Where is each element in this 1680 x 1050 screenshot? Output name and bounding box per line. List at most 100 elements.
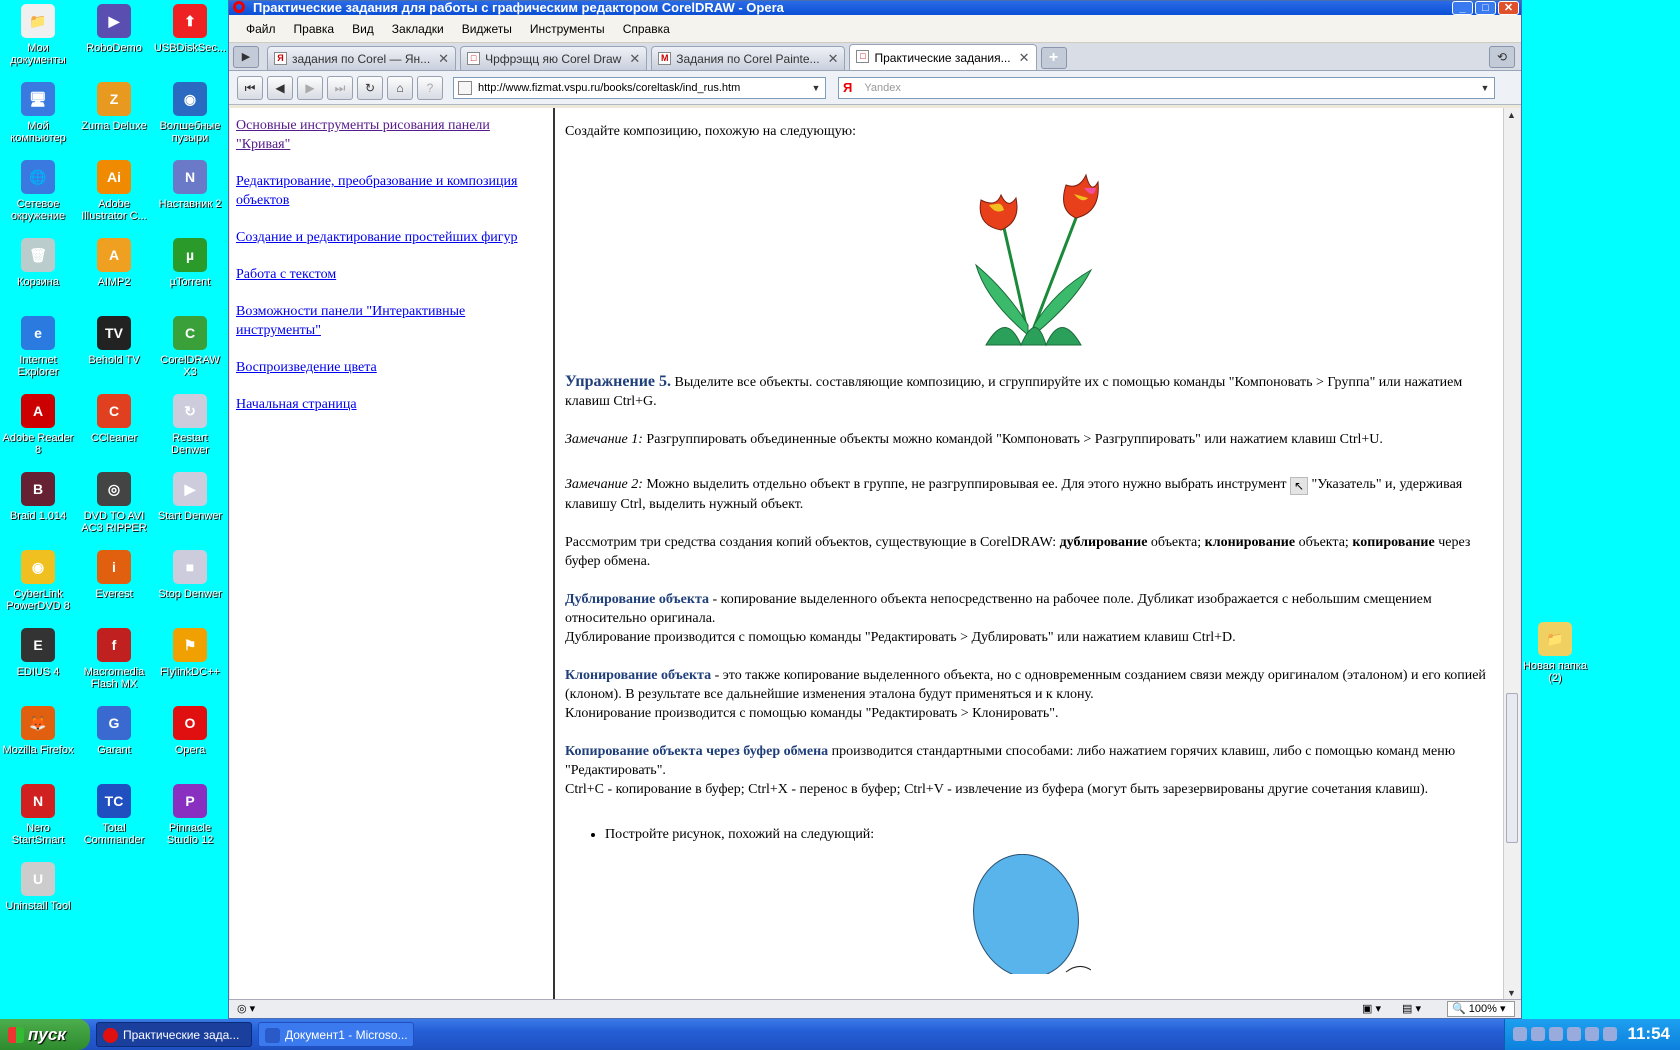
tray-icon[interactable] [1531,1027,1545,1041]
desktop-icon-zuma-deluxe[interactable]: Z Zuma Deluxe [77,82,151,132]
panel-toggle-button[interactable]: ▶ [233,46,259,68]
desktop-icon-start-denwer[interactable]: ▶ Start Denwer [153,472,227,522]
desktop-icon-label: Наставник 2 [158,198,222,210]
app-icon: 🦊 [21,706,55,740]
reload-button[interactable]: ↻ [357,75,383,100]
duplicate-section: Дублирование объекта - копирование выдел… [565,590,1497,647]
tab-corel-draw[interactable]: □ Чрфрэщц яю Corel Draw ✕ [460,46,648,70]
desktop-icon-cyberlink-powerdvd-8[interactable]: ◉ CyberLink PowerDVD 8 [1,550,75,612]
new-tab-button[interactable]: + [1040,47,1067,69]
tray-icon[interactable] [1603,1027,1617,1041]
menu-file[interactable]: Файл [237,22,285,36]
nav-link-home[interactable]: Начальная страница [236,395,547,414]
app-icon: E [21,628,55,662]
tab-practical-tasks[interactable]: □ Практические задания... ✕ [849,44,1037,70]
close-button[interactable]: ✕ [1498,1,1519,15]
desktop-icon-aimp2[interactable]: A AIMP2 [77,238,151,288]
tab-close-icon[interactable]: ✕ [438,51,449,67]
desktop-icon-наставник-2[interactable]: N Наставник 2 [153,160,227,210]
desktop-icon-opera[interactable]: O Opera [153,706,227,756]
desktop-icon-everest[interactable]: i Everest [77,550,151,600]
desktop-icon-волшебные-пузыри[interactable]: ◉ Волшебные пузыри [153,82,227,144]
tab-close-icon[interactable]: ✕ [828,51,839,67]
window-titlebar[interactable]: Практические задания для работы с графич… [229,1,1521,15]
address-bar[interactable]: http://www.fizmat.vspu.ru/books/coreltas… [453,76,826,99]
menu-bookmarks[interactable]: Закладки [383,22,453,36]
nav-link-shapes[interactable]: Создание и редактирование простейших фиг… [236,228,547,247]
desktop-icon-nero-startsmart[interactable]: N Nero StartSmart [1,784,75,846]
desktop-icon-macromedia-flash-mx[interactable]: f Macromedia Flash MX [77,628,151,690]
menu-widgets[interactable]: Виджеты [453,22,521,36]
desktop-icon-сетевое-окружение[interactable]: 🌐 Сетевое окружение [1,160,75,222]
forward-button[interactable]: ▶ [297,75,323,100]
maximize-button[interactable]: □ [1475,1,1496,15]
tab-yandex-search[interactable]: Я задания по Corel — Ян... ✕ [267,46,457,70]
tab-close-icon[interactable]: ✕ [629,51,640,67]
scroll-up-icon[interactable]: ▲ [1507,110,1516,120]
desktop-icon-stop-denwer[interactable]: ■ Stop Denwer [153,550,227,600]
desktop-icon-total-commander[interactable]: TC Total Commander [77,784,151,846]
word-icon [265,1028,280,1043]
tab-corel-painter[interactable]: M Задания по Corel Painte... ✕ [651,46,846,70]
desktop-icon-braid-1-014[interactable]: B Braid 1.014 [1,472,75,522]
nav-link-text[interactable]: Работа с текстом [236,265,547,284]
home-button[interactable]: ⌂ [387,75,413,100]
search-field[interactable]: Я Yandex ▼ [838,76,1495,99]
desktop-icon-torrent[interactable]: µ µTorrent [153,238,227,288]
desktop-icon-mozilla-firefox[interactable]: 🦊 Mozilla Firefox [1,706,75,756]
desktop-icon-usbdisksec[interactable]: ⬆ USBDiskSec... [153,4,227,54]
term-duplicate: дублирование [1059,535,1148,550]
speed-dial-icon[interactable]: ◎ ▾ [237,1002,255,1015]
tray-icon[interactable] [1513,1027,1527,1041]
desktop-icon-uninstall-tool[interactable]: U Uninstall Tool [1,862,75,912]
vertical-scrollbar[interactable]: ▲ ▼ [1503,108,1520,1000]
desktop-icon-мои-документы[interactable]: 📁 Мои документы [1,4,75,66]
nav-link-curve[interactable]: Основные инструменты рисования панели "К… [236,116,547,154]
chevron-down-icon[interactable]: ▼ [1478,80,1492,96]
tab-label: Задания по Corel Painte... [676,51,820,66]
clock[interactable]: 11:54 [1627,1024,1670,1044]
menu-edit[interactable]: Правка [285,22,344,36]
nav-link-color[interactable]: Воспроизведение цвета [236,358,547,377]
desktop-icon-robodemo[interactable]: ▶ RoboDemo [77,4,151,54]
desktop-icon-корзина[interactable]: 🗑 Корзина [1,238,75,288]
desktop-icon-garant[interactable]: G Garant [77,706,151,756]
desktop-icon-dvd-to-avi-ac3-ripper[interactable]: ◎ DVD TO AVI AC3 RIPPER [77,472,151,534]
desktop-icon-adobe-illustrator-c[interactable]: Ai Adobe Illustrator C... [77,160,151,222]
desktop-icon-новая-папка-2[interactable]: 📁 Новая папка (2) [1518,622,1592,684]
desktop-icon-coreldraw-x3[interactable]: C CorelDRAW X3 [153,316,227,378]
scroll-down-icon[interactable]: ▼ [1507,988,1516,998]
desktop-icon-restart-denwer[interactable]: ↻ Restart Denwer [153,394,227,456]
start-button[interactable]: пуск [0,1019,90,1050]
tray-icon[interactable] [1567,1027,1581,1041]
desktop-icon-ccleaner[interactable]: C CCleaner [77,394,151,444]
menu-view[interactable]: Вид [343,22,383,36]
desktop-icon-flylinkdc[interactable]: ⚑ FlylinkDC++ [153,628,227,678]
desktop-icon-adobe-reader-8[interactable]: A Adobe Reader 8 [1,394,75,456]
fast-forward-button[interactable]: ⏭ [327,75,353,100]
tray-icon[interactable] [1585,1027,1599,1041]
desktop-icon-behold-tv[interactable]: TV Behold TV [77,316,151,366]
menu-tools[interactable]: Инструменты [521,22,614,36]
wand-button[interactable]: ? [417,75,443,100]
closed-tabs-trash-icon[interactable]: ⟲ [1489,46,1515,68]
desktop-icon-internet-explorer[interactable]: e Internet Explorer [1,316,75,378]
scrollbar-thumb[interactable] [1506,693,1518,843]
nav-link-interactive[interactable]: Возможности панели "Интерактивные инстру… [236,302,547,340]
image-toggle-icon[interactable]: ▤ ▾ [1402,1002,1421,1015]
back-button[interactable]: ◀ [267,75,293,100]
desktop-icon-edius-4[interactable]: E EDIUS 4 [1,628,75,678]
rewind-button[interactable]: ⏮ [237,75,263,100]
nav-link-editing[interactable]: Редактирование, преобразование и компози… [236,172,547,210]
chevron-down-icon[interactable]: ▼ [809,80,823,96]
zoom-control[interactable]: 🔍 100% ▾ [1447,1001,1515,1017]
tab-close-icon[interactable]: ✕ [1019,50,1030,66]
menu-help[interactable]: Справка [614,22,679,36]
tray-icon[interactable] [1549,1027,1563,1041]
minimize-button[interactable]: _ [1452,1,1473,15]
view-icon[interactable]: ▣ ▾ [1362,1002,1381,1015]
taskbar-item-word[interactable]: Документ1 - Microso... [258,1022,414,1047]
taskbar-item-opera[interactable]: Практические зада... [96,1022,252,1047]
desktop-icon-pinnacle-studio-12[interactable]: P Pinnacle Studio 12 [153,784,227,846]
desktop-icon-мой-компьютер[interactable]: 🖥 Мой компьютер [1,82,75,144]
